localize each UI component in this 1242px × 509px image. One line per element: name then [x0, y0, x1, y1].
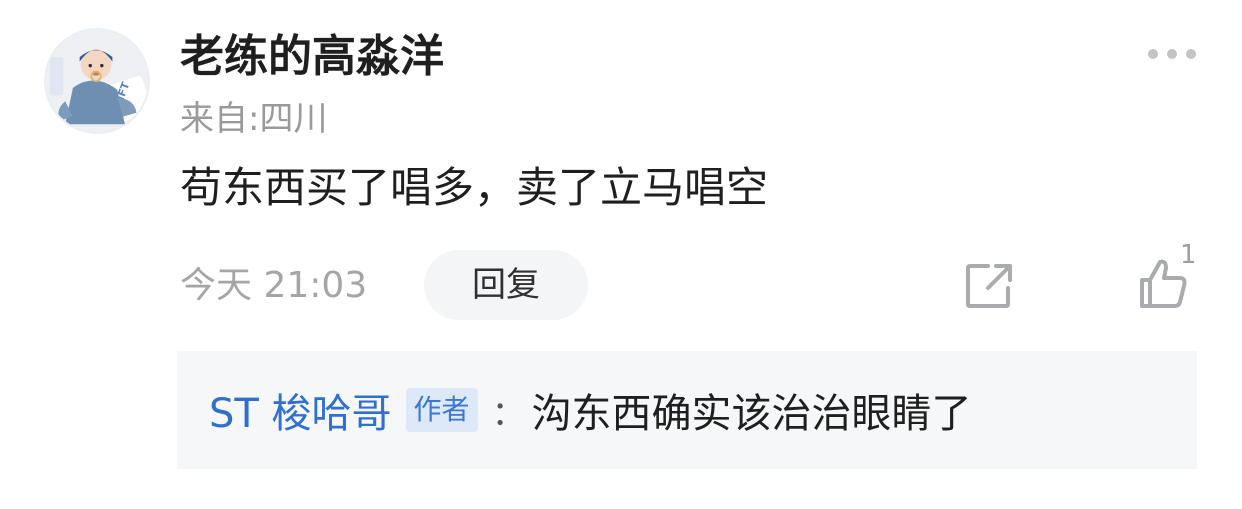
comment-card: GIFT 老练的高淼洋 来自:四川 苟东西买了唱多，卖了立马唱空 今天 21:0…: [0, 0, 1242, 509]
dot: [1186, 49, 1196, 59]
reply-author-name[interactable]: ST 梭哈哥: [209, 381, 392, 439]
reply-separator: ：: [491, 393, 526, 434]
more-dots-icon[interactable]: [1144, 40, 1200, 68]
avatar[interactable]: GIFT: [44, 28, 150, 134]
location-label: 来自:四川: [180, 99, 328, 139]
reply-text: 沟东西确实该治治眼睛了: [531, 391, 972, 437]
comment-text: 苟东西买了唱多，卖了立马唱空: [180, 163, 769, 212]
sub-reply-box[interactable]: ST 梭哈哥 作者 ： 沟东西确实该治治眼睛了: [177, 351, 1197, 469]
author-badge: 作者: [405, 388, 478, 432]
timestamp: 今天 21:03: [180, 265, 368, 306]
like-count: 1: [1180, 240, 1197, 270]
dot: [1167, 49, 1177, 59]
avatar-image: GIFT: [46, 30, 148, 132]
dot: [1148, 49, 1158, 59]
username[interactable]: 老练的高淼洋: [180, 28, 444, 86]
share-icon[interactable]: [964, 262, 1016, 310]
reply-button[interactable]: 回复: [424, 250, 588, 320]
